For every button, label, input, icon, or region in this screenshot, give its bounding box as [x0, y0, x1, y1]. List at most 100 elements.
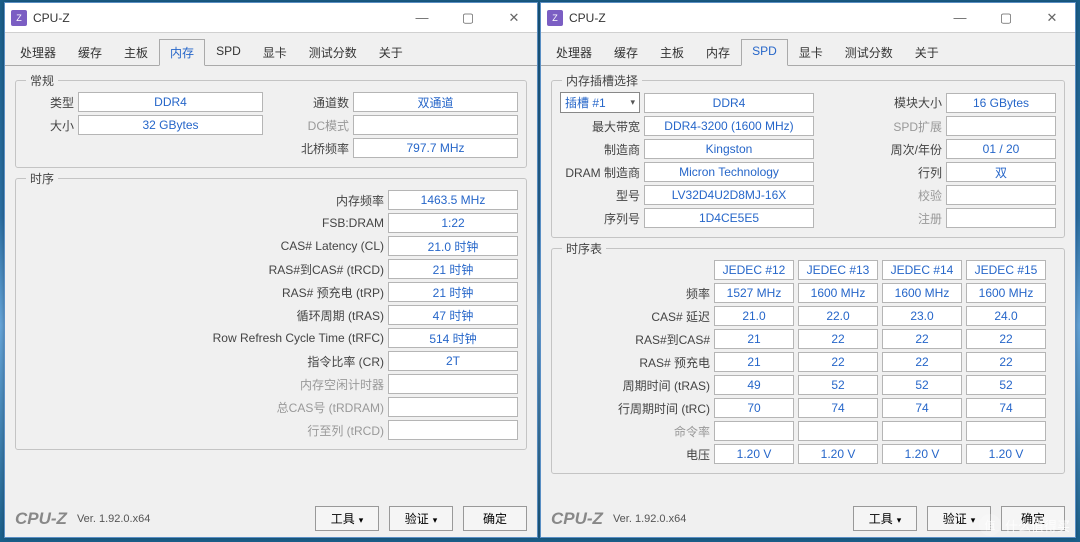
group-title: 时序 [26, 170, 58, 187]
jedec-cell: 24.0 [966, 306, 1046, 326]
ranks-value: 双 [946, 162, 1056, 182]
tab-cache[interactable]: 缓存 [67, 39, 113, 65]
tab-memory[interactable]: 内存 [695, 39, 741, 65]
tab-graphics[interactable]: 显卡 [252, 39, 298, 65]
tab-bar: 处理器 缓存 主板 内存 SPD 显卡 测试分数 关于 [541, 33, 1075, 66]
jedec-cell: 22 [882, 329, 962, 349]
tab-cpu[interactable]: 处理器 [545, 39, 603, 65]
timing-label: RAS# 预充电 (tRP) [124, 284, 384, 301]
close-button[interactable]: ✕ [1029, 3, 1075, 33]
spdext-label: SPD扩展 [852, 118, 942, 135]
watermark-icon: 值 [979, 514, 1001, 536]
tab-about[interactable]: 关于 [368, 39, 414, 65]
dcmode-label: DC模式 [279, 117, 349, 134]
jedec-cell: 74 [798, 398, 878, 418]
modsize-label: 模块大小 [852, 94, 942, 111]
jedec-row-label: 电压 [560, 446, 710, 463]
jedec-cell: 1527 MHz [714, 283, 794, 303]
reg-value [946, 208, 1056, 228]
size-value: 32 GBytes [78, 115, 263, 135]
tools-button[interactable]: 工具 [853, 506, 917, 531]
titlebar[interactable]: Z CPU-Z — ▢ ✕ [541, 3, 1075, 33]
version-label: Ver. 1.92.0.x64 [613, 513, 686, 525]
modsize-value: 16 GBytes [946, 93, 1056, 113]
validate-button[interactable]: 验证 [389, 506, 453, 531]
jedec-cell: 22 [798, 352, 878, 372]
timing-value: 21 时钟 [388, 259, 518, 279]
minimize-button[interactable]: — [937, 3, 983, 33]
timing-value [388, 420, 518, 440]
maximize-button[interactable]: ▢ [983, 3, 1029, 33]
tab-bar: 处理器 缓存 主板 内存 SPD 显卡 测试分数 关于 [5, 33, 537, 66]
jedec-cell: 23.0 [882, 306, 962, 326]
close-button[interactable]: ✕ [491, 3, 537, 33]
window-title: CPU-Z [569, 11, 937, 25]
tab-memory[interactable]: 内存 [159, 39, 205, 66]
tab-cache[interactable]: 缓存 [603, 39, 649, 65]
timing-label: FSB:DRAM [124, 216, 384, 230]
manuf-value: Kingston [644, 139, 814, 159]
nbfreq-label: 北桥频率 [279, 140, 349, 157]
jedec-row-label: 命令率 [560, 423, 710, 440]
tab-mainboard[interactable]: 主板 [113, 39, 159, 65]
jedec-cell: 1600 MHz [882, 283, 962, 303]
jedec-cell: 21 [714, 352, 794, 372]
timing-label: Row Refresh Cycle Time (tRFC) [124, 331, 384, 345]
jedec-cell: 1.20 V [966, 444, 1046, 464]
jedec-cell: 70 [714, 398, 794, 418]
tools-button[interactable]: 工具 [315, 506, 379, 531]
timing-value [388, 397, 518, 417]
reg-label: 注册 [852, 210, 942, 227]
window-title: CPU-Z [33, 11, 399, 25]
jedec-cell: 21.0 [714, 306, 794, 326]
tab-mainboard[interactable]: 主板 [649, 39, 695, 65]
tab-bench[interactable]: 测试分数 [298, 39, 368, 65]
group-general: 常规 类型DDR4 大小32 GBytes 通道数双通道 DC模式 北桥频率79… [15, 80, 527, 168]
jedec-cell [966, 421, 1046, 441]
app-icon: Z [11, 10, 27, 26]
jedec-cell: 1600 MHz [966, 283, 1046, 303]
jedec-cell: 52 [798, 375, 878, 395]
size-label: 大小 [24, 117, 74, 134]
tab-cpu[interactable]: 处理器 [9, 39, 67, 65]
timing-label: 内存空闲计时器 [124, 376, 384, 393]
type-label: 类型 [24, 94, 74, 111]
tab-bench[interactable]: 测试分数 [834, 39, 904, 65]
jedec-cell: 22.0 [798, 306, 878, 326]
slot-select[interactable]: 插槽 #1 [560, 92, 640, 113]
part-label: 型号 [560, 187, 640, 204]
maxbw-label: 最大带宽 [560, 118, 640, 135]
jedec-row-label: RAS#到CAS# [560, 331, 710, 348]
jedec-row-label: 行周期时间 (tRC) [560, 400, 710, 417]
watermark: 值 什么值得买 [979, 514, 1070, 536]
dram-label: DRAM 制造商 [560, 164, 640, 181]
week-label: 周次/年份 [852, 141, 942, 158]
ok-button[interactable]: 确定 [463, 506, 527, 531]
timing-value: 2T [388, 351, 518, 371]
jedec-cell: 1.20 V [714, 444, 794, 464]
tab-spd[interactable]: SPD [741, 39, 788, 66]
tab-about[interactable]: 关于 [904, 39, 950, 65]
timing-value: 1:22 [388, 213, 518, 233]
tab-spd[interactable]: SPD [205, 39, 252, 65]
dcmode-value [353, 115, 518, 135]
cpuz-window-memory: Z CPU-Z — ▢ ✕ 处理器 缓存 主板 内存 SPD 显卡 测试分数 关… [4, 2, 538, 538]
brand-label: CPU-Z [15, 509, 67, 529]
spdext-value [946, 116, 1056, 136]
dram-value: Micron Technology [644, 162, 814, 182]
nbfreq-value: 797.7 MHz [353, 138, 518, 158]
minimize-button[interactable]: — [399, 3, 445, 33]
jedec-cell: 52 [882, 375, 962, 395]
tab-graphics[interactable]: 显卡 [788, 39, 834, 65]
jedec-col-header: JEDEC #12 [714, 260, 794, 280]
jedec-cell: 1600 MHz [798, 283, 878, 303]
jedec-cell: 1.20 V [882, 444, 962, 464]
timing-label: 指令比率 (CR) [124, 353, 384, 370]
group-timings-table: 时序表 JEDEC #12JEDEC #13JEDEC #14JEDEC #15… [551, 248, 1065, 474]
titlebar[interactable]: Z CPU-Z — ▢ ✕ [5, 3, 537, 33]
channels-label: 通道数 [279, 94, 349, 111]
maximize-button[interactable]: ▢ [445, 3, 491, 33]
jedec-row-label: CAS# 延迟 [560, 308, 710, 325]
jedec-col-header: JEDEC #13 [798, 260, 878, 280]
week-value: 01 / 20 [946, 139, 1056, 159]
